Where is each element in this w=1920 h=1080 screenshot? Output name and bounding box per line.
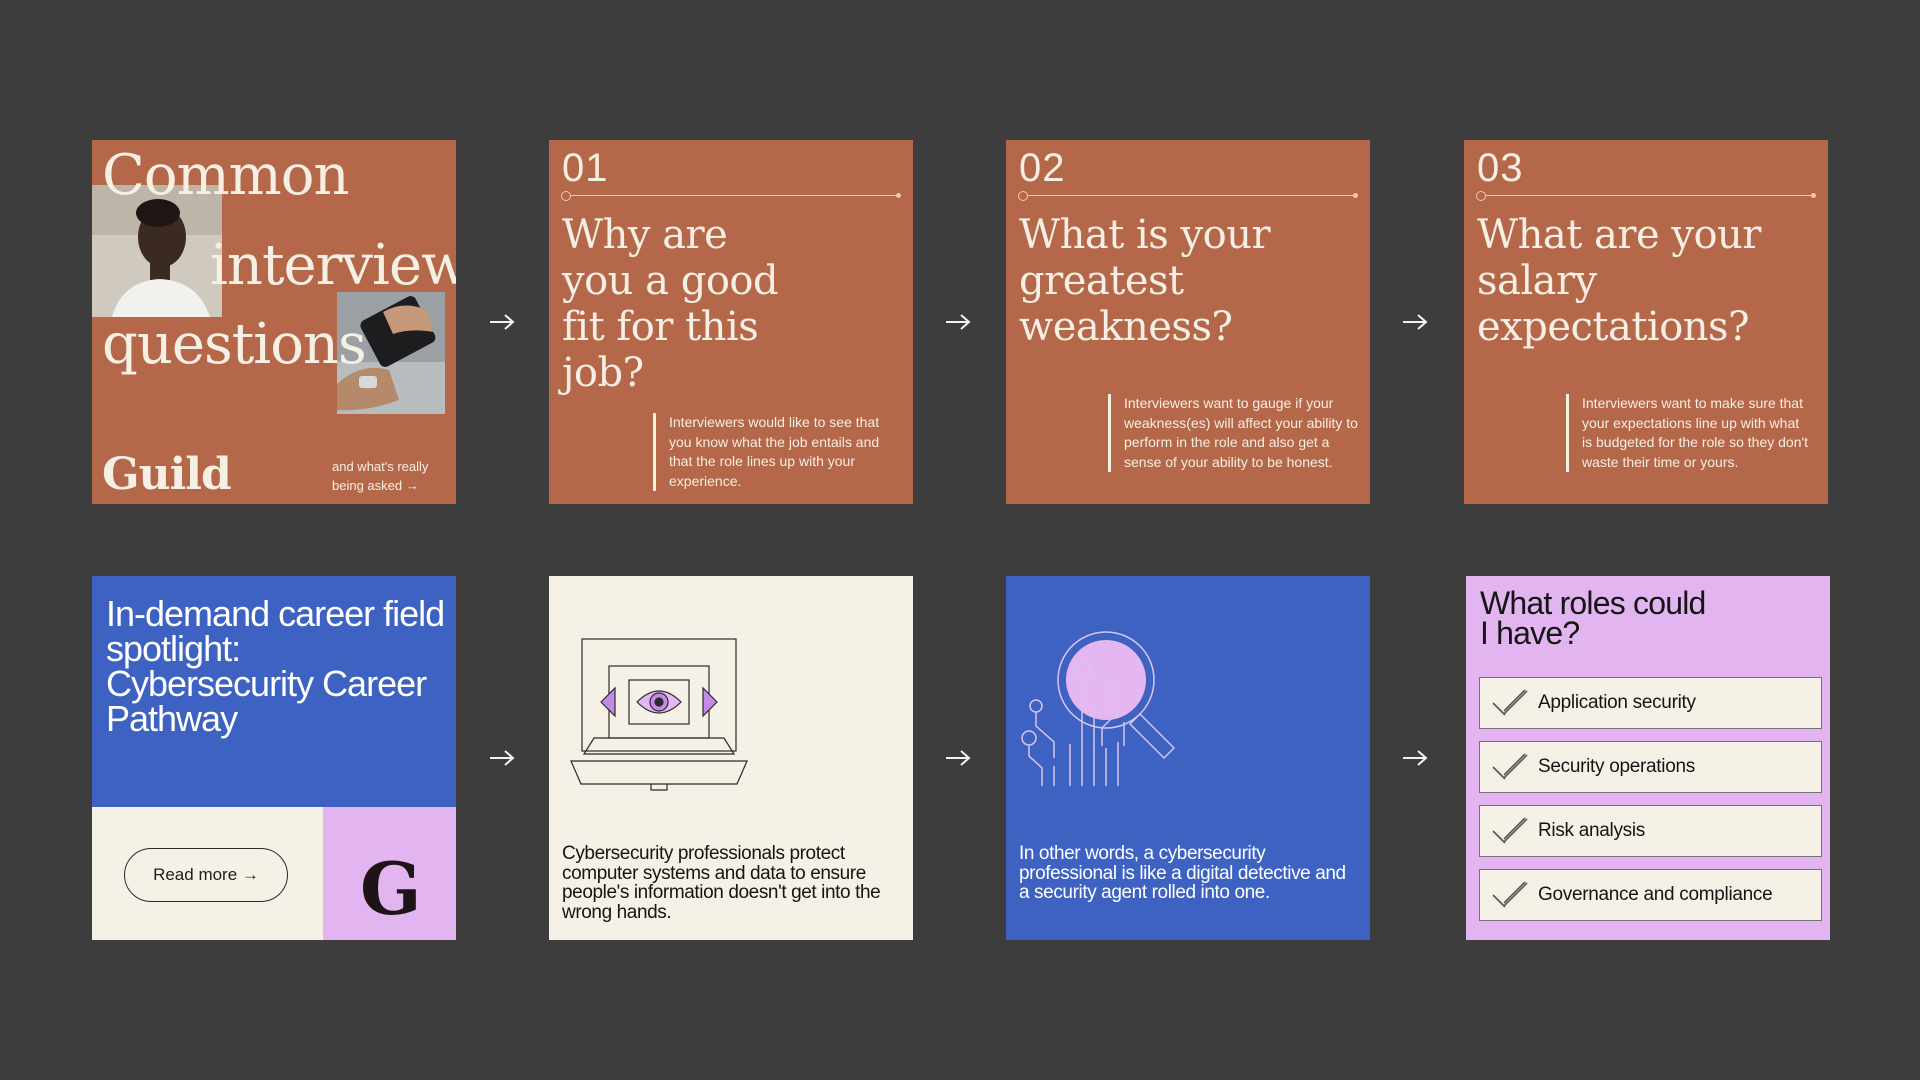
- question-card-01: 01 Why are you a good fit for this job? …: [549, 140, 913, 504]
- detective-text: In other words, a cybersecurity professi…: [1019, 843, 1346, 903]
- role-item: Risk analysis: [1479, 805, 1822, 857]
- cover-subtitle[interactable]: and what's really being asked →: [332, 457, 444, 495]
- arrow-right-icon: [946, 750, 971, 766]
- question-number: 02: [1019, 146, 1066, 190]
- divider-line: [1018, 191, 1358, 201]
- checkmark-icon: [1492, 817, 1528, 844]
- spotlight-title: In-demand career field spotlight: Cybers…: [106, 593, 445, 739]
- guild-g-logo: G: [360, 846, 421, 931]
- cover-title-line3: questions: [102, 312, 367, 377]
- roles-card: What roles could I have? Application sec…: [1466, 576, 1830, 940]
- checkmark-icon: [1492, 753, 1528, 780]
- role-item: Governance and compliance: [1479, 869, 1822, 921]
- question-title: Why are you a good fit for this job?: [562, 212, 779, 396]
- question-body: Interviewers want to make sure that your…: [1566, 394, 1812, 472]
- role-item: Application security: [1479, 677, 1822, 729]
- read-more-button[interactable]: Read more →: [124, 848, 288, 902]
- question-title: What are your salary expectations?: [1477, 212, 1761, 350]
- cover-card: Common interview questions Guild and wha…: [92, 140, 456, 504]
- protect-card: Cybersecurity professionals protect comp…: [549, 576, 913, 940]
- question-body: Interviewers want to gauge if your weakn…: [1108, 394, 1358, 472]
- guild-logo: Guild: [102, 449, 232, 500]
- question-number: 01: [562, 146, 609, 190]
- question-title: What is your greatest weakness?: [1019, 212, 1271, 350]
- divider-line: [1476, 191, 1816, 201]
- divider-line: [561, 191, 901, 201]
- arrow-right-icon: [490, 750, 515, 766]
- arrow-right-icon: [946, 314, 971, 330]
- cover-title-line1: Common: [102, 143, 350, 208]
- question-body: Interviewers would like to see that you …: [653, 413, 893, 491]
- role-label: Security operations: [1538, 756, 1695, 777]
- question-card-02: 02 What is your greatest weakness? Inter…: [1006, 140, 1370, 504]
- arrow-right-icon: [1403, 314, 1428, 330]
- laptop-eye-icon: [570, 638, 748, 791]
- magnifier-circuit-icon: [1021, 631, 1176, 786]
- question-card-03: 03 What are your salary expectations? In…: [1464, 140, 1828, 504]
- role-label: Risk analysis: [1538, 820, 1645, 841]
- spotlight-card: In-demand career field spotlight: Cybers…: [92, 576, 456, 940]
- roles-title: What roles could I have?: [1480, 585, 1706, 651]
- arrow-right-icon: [1403, 750, 1428, 766]
- role-label: Governance and compliance: [1538, 884, 1773, 905]
- role-label: Application security: [1538, 692, 1696, 713]
- checkmark-icon: [1492, 881, 1528, 908]
- cover-title-line2: interview: [210, 233, 456, 298]
- arrow-right-icon: [490, 314, 515, 330]
- protect-text: Cybersecurity professionals protect comp…: [562, 843, 881, 923]
- role-item: Security operations: [1479, 741, 1822, 793]
- spotlight-header: In-demand career field spotlight: Cybers…: [92, 576, 456, 807]
- checkmark-icon: [1492, 689, 1528, 716]
- detective-card: In other words, a cybersecurity professi…: [1006, 576, 1370, 940]
- question-number: 03: [1477, 146, 1524, 190]
